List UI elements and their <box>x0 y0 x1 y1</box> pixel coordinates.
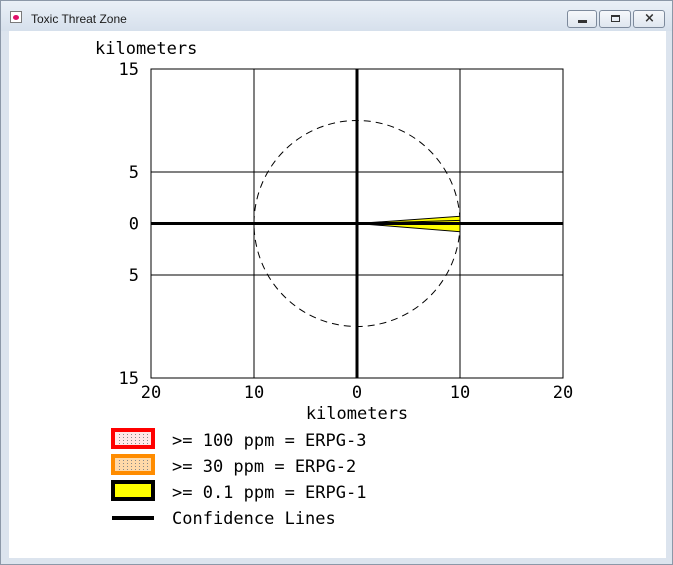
legend-label: >= 30 ppm = ERPG-2 <box>172 457 356 477</box>
legend-swatch-dot <box>127 460 128 461</box>
legend-swatch <box>111 480 155 501</box>
legend-swatch-dot <box>131 463 132 464</box>
legend-swatch-dot <box>135 440 136 441</box>
legend-swatch-dot <box>123 443 124 444</box>
legend-swatch-dot <box>147 466 148 467</box>
legend-swatch-dot <box>143 469 144 470</box>
y-tick-label: 5 <box>129 163 139 183</box>
x-tick-label: 10 <box>450 383 470 403</box>
legend-swatch-dot <box>147 437 148 438</box>
legend-swatch-dot <box>131 460 132 461</box>
app-icon <box>10 11 22 23</box>
maximize-button[interactable] <box>599 10 631 28</box>
legend-swatch-dot <box>119 443 120 444</box>
legend-swatch-dot <box>143 440 144 441</box>
legend-label: >= 100 ppm = ERPG-3 <box>172 431 366 451</box>
legend-swatch <box>111 454 155 475</box>
x-tick-label: 20 <box>553 383 573 403</box>
legend-swatch-dot <box>135 463 136 464</box>
legend-swatch-dot <box>143 460 144 461</box>
legend-swatch-dot <box>119 440 120 441</box>
legend-swatch-dot <box>135 460 136 461</box>
legend-swatch-dot <box>135 437 136 438</box>
y-tick-label: 5 <box>129 266 139 286</box>
legend-swatch-dot <box>119 463 120 464</box>
y-tick-label: 0 <box>129 215 139 235</box>
legend-swatch-dot <box>119 460 120 461</box>
legend-swatch-dot <box>135 434 136 435</box>
legend-swatch-dot <box>123 463 124 464</box>
legend-swatch-dot <box>127 443 128 444</box>
legend-swatch-dot <box>131 443 132 444</box>
legend-swatch-dot <box>147 463 148 464</box>
y-tick-label: 15 <box>119 369 139 389</box>
legend-swatch-dot <box>123 440 124 441</box>
legend-swatch-dot <box>139 437 140 438</box>
legend-swatch-dot <box>135 443 136 444</box>
legend-swatch-dot <box>135 469 136 470</box>
y-tick-label: 15 <box>119 60 139 80</box>
legend-swatch-dot <box>123 469 124 470</box>
x-tick-label: 10 <box>244 383 264 403</box>
legend-swatch-dot <box>143 466 144 467</box>
legend-swatch-dot <box>119 437 120 438</box>
legend-swatch-dot <box>123 434 124 435</box>
close-button[interactable]: × <box>633 10 665 28</box>
legend-swatch-dot <box>147 460 148 461</box>
maximize-icon <box>611 15 620 22</box>
legend-swatch-dot <box>127 466 128 467</box>
threat-zone-plot: 155051520 10 0 10 20kilometerskilometers>= 1… <box>95 39 573 529</box>
legend-swatch-dot <box>119 434 120 435</box>
legend-swatch-dot <box>139 443 140 444</box>
legend-label: Confidence Lines <box>172 509 336 529</box>
legend-swatch-dot <box>131 434 132 435</box>
legend-swatch <box>111 428 155 449</box>
x-tick-label: 20 <box>141 383 161 403</box>
legend-swatch-dot <box>147 440 148 441</box>
chart-area: 15 5 0 5 15 20 10 0 10 20 kilometers kilometers >= 1… <box>9 31 666 558</box>
legend-label: >= 0.1 ppm = ERPG-1 <box>172 483 366 503</box>
legend-swatch-dot <box>139 466 140 467</box>
legend-swatch-dot <box>131 437 132 438</box>
legend-swatch-dot <box>143 443 144 444</box>
legend-swatch-dot <box>127 440 128 441</box>
legend-swatch-dot <box>119 469 120 470</box>
title-bar[interactable]: Toxic Threat Zone × <box>1 1 672 31</box>
legend-swatch-dot <box>147 443 148 444</box>
legend-swatch-dot <box>139 434 140 435</box>
legend-swatch-dot <box>131 466 132 467</box>
legend-swatch-dot <box>143 434 144 435</box>
legend-swatch-dot <box>139 469 140 470</box>
y-axis-label: kilometers <box>95 39 197 59</box>
legend-swatch-dot <box>139 440 140 441</box>
legend-swatch-dot <box>143 437 144 438</box>
legend-swatch-dot <box>139 460 140 461</box>
legend-swatch-dot <box>123 437 124 438</box>
legend-swatch-dot <box>123 460 124 461</box>
minimize-button[interactable] <box>567 10 597 28</box>
close-icon: × <box>644 11 655 26</box>
window-title: Toxic Threat Zone <box>31 12 127 26</box>
x-tick-label: 0 <box>352 383 362 403</box>
legend-swatch-dot <box>147 469 148 470</box>
legend-swatch-dot <box>127 463 128 464</box>
legend-swatch-dot <box>127 434 128 435</box>
legend-swatch-dot <box>127 437 128 438</box>
legend-swatch-dot <box>131 469 132 470</box>
legend-swatch-dot <box>143 463 144 464</box>
legend-swatch-dot <box>131 440 132 441</box>
legend-swatch-dot <box>139 463 140 464</box>
legend-swatch-dot <box>123 466 124 467</box>
legend-swatch-dot <box>119 466 120 467</box>
legend-swatch-dot <box>127 469 128 470</box>
toxic-threat-zone-window: Toxic Threat Zone × 15 5 0 5 15 20 10 0 10 20 kilo… <box>0 0 673 565</box>
legend-swatch-dot <box>147 434 148 435</box>
legend-swatch-dot <box>135 466 136 467</box>
minimize-icon <box>578 20 587 23</box>
x-axis-label: kilometers <box>306 404 408 424</box>
